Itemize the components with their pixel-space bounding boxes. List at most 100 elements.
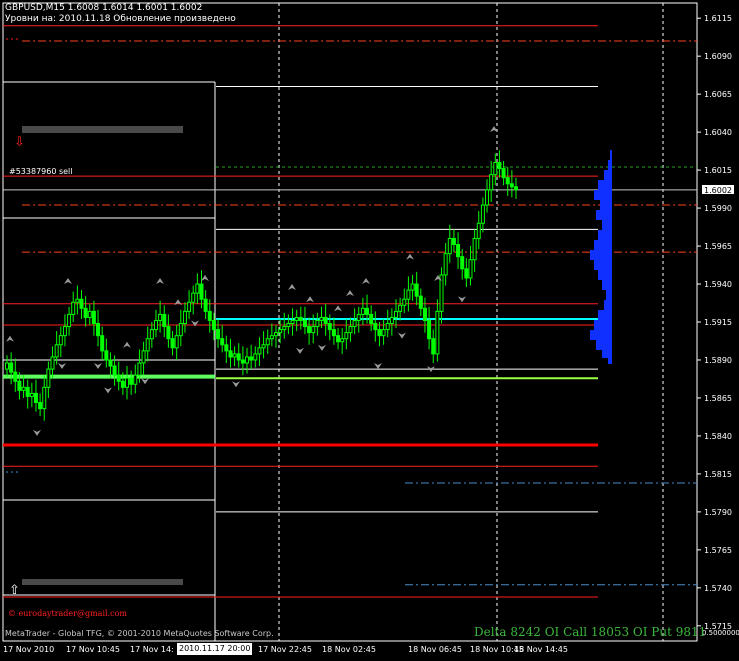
candle-body bbox=[497, 162, 502, 170]
candle-body bbox=[456, 244, 461, 258]
candle-body bbox=[331, 329, 336, 337]
order-label[interactable]: #53387960 sell bbox=[9, 167, 73, 176]
email-credit: © eurodaytrader@gmail.com bbox=[8, 609, 127, 618]
candle-body bbox=[282, 326, 287, 331]
volume-profile-bar bbox=[604, 300, 612, 310]
candle-body bbox=[71, 301, 76, 315]
price-tick-label: 1.5765 bbox=[704, 546, 732, 555]
candle-body bbox=[96, 323, 101, 337]
candle-body bbox=[485, 189, 490, 206]
candle-body bbox=[46, 368, 51, 388]
price-tick-label: 1.5840 bbox=[704, 432, 732, 441]
candle-body bbox=[91, 310, 96, 325]
candle-body bbox=[302, 319, 307, 328]
candle-body bbox=[17, 380, 22, 391]
down-arrow-icon: ⇩ bbox=[14, 135, 25, 150]
candle-body bbox=[315, 319, 320, 328]
chart-window[interactable]: ⇩ ⇧ 1.6115 1.6090 1.6065 1.6040 1.6015 1.5990 1… bbox=[0, 0, 739, 661]
candle-body bbox=[311, 326, 316, 334]
candle-body bbox=[389, 316, 394, 325]
candle-body bbox=[153, 319, 158, 331]
candle-body bbox=[414, 283, 419, 297]
price-tick-label: 1.5915 bbox=[704, 318, 732, 327]
fractal-marker bbox=[33, 429, 41, 436]
volume-profile-bar bbox=[594, 320, 612, 330]
crosshair-time-tag: 2010.11.17 20:00 bbox=[177, 643, 253, 655]
candle-body bbox=[476, 222, 481, 239]
candle-body bbox=[505, 177, 510, 185]
candle-body bbox=[377, 329, 382, 337]
candle-body bbox=[253, 353, 258, 361]
candle-body bbox=[290, 319, 295, 325]
candle-body bbox=[54, 344, 59, 358]
candle-body bbox=[402, 298, 407, 306]
candle-body bbox=[104, 350, 109, 361]
volume-profile-bar bbox=[600, 200, 612, 210]
candle-body bbox=[100, 335, 105, 352]
candle-body bbox=[203, 298, 208, 312]
fractal-marker bbox=[406, 253, 414, 260]
candle-body bbox=[141, 350, 146, 364]
volume-profile-bar bbox=[596, 340, 612, 350]
candle-body bbox=[261, 344, 266, 349]
candle-body bbox=[137, 362, 142, 376]
candle-body bbox=[170, 338, 175, 349]
time-tick-label: 18 Nov 14:45 bbox=[514, 645, 568, 654]
candle-body bbox=[211, 319, 216, 331]
candle-body bbox=[443, 253, 448, 276]
candle-body bbox=[431, 338, 436, 355]
volume-profile-bar bbox=[602, 220, 612, 230]
candle-body bbox=[145, 338, 150, 352]
candle-body bbox=[369, 313, 374, 325]
candle-body bbox=[360, 307, 365, 315]
fractal-marker bbox=[156, 277, 164, 284]
candle-body bbox=[451, 237, 456, 246]
candle-body bbox=[50, 356, 55, 370]
candle-body bbox=[125, 377, 130, 388]
candle-body bbox=[327, 323, 332, 331]
candle-body bbox=[381, 329, 386, 337]
delta-oi-text: Delta 8242 OI Call 18053 OI Put 9811 bbox=[474, 625, 707, 639]
price-tick-label: 1.6065 bbox=[704, 90, 732, 99]
candle-body bbox=[269, 335, 274, 340]
price-axis: 1.6115 1.6090 1.6065 1.6040 1.6015 1.5990 1.59… bbox=[697, 14, 739, 637]
fractals-layer bbox=[6, 126, 498, 436]
chart-canvas[interactable]: ⇩⇧ 1.61151.60901.60651.60401.60151.59901… bbox=[0, 0, 739, 661]
candle-body bbox=[514, 186, 518, 191]
candle-body bbox=[323, 316, 328, 325]
fractal-marker bbox=[104, 387, 112, 394]
candle-body bbox=[501, 168, 506, 179]
price-tick-label: 1.5790 bbox=[704, 508, 732, 517]
candle-body bbox=[493, 162, 498, 176]
volume-profile-bar bbox=[596, 210, 612, 220]
time-axis: 17 Nov 2010 17 Nov 10:45 17 Nov 14: 17 Nov … bbox=[3, 645, 568, 654]
candle-body bbox=[195, 283, 200, 294]
price-tick-label: 1.6090 bbox=[704, 52, 732, 61]
candle-body bbox=[187, 301, 192, 312]
candle-body bbox=[294, 316, 299, 321]
fractal-marker bbox=[64, 277, 72, 284]
candle-body bbox=[365, 307, 370, 315]
price-tick-label: 1.5865 bbox=[704, 394, 732, 403]
candle-body bbox=[257, 347, 262, 355]
time-tick-label: 17 Nov 14: bbox=[130, 645, 174, 654]
fractal-marker bbox=[318, 344, 326, 351]
volume-profile bbox=[590, 150, 612, 364]
fractal-marker bbox=[201, 274, 209, 281]
candle-body bbox=[393, 310, 398, 318]
candle-body bbox=[83, 307, 88, 318]
price-tick-label: 1.5740 bbox=[704, 584, 732, 593]
candle-body bbox=[182, 310, 187, 325]
candle-body bbox=[489, 174, 494, 191]
candle-body bbox=[29, 392, 34, 397]
volume-profile-bar bbox=[594, 240, 612, 250]
volume-profile-bar bbox=[602, 350, 612, 358]
fractal-marker bbox=[58, 363, 66, 370]
candle-body bbox=[13, 371, 18, 382]
candle-body bbox=[427, 319, 432, 340]
time-tick-label: 17 Nov 2010 bbox=[3, 645, 54, 654]
candle-body bbox=[58, 335, 63, 346]
candle-body bbox=[447, 237, 452, 255]
volume-profile-bar bbox=[598, 180, 612, 190]
fractal-marker bbox=[306, 296, 314, 303]
